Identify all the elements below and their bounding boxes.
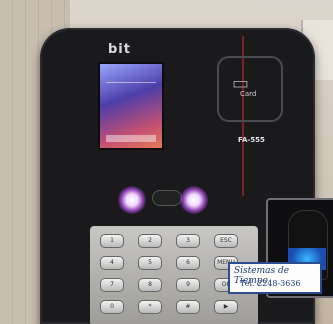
sensor-button — [152, 190, 182, 206]
keypad-key: ▶ — [214, 300, 238, 314]
keypad-key: ESC — [214, 234, 238, 248]
card-reader-area — [217, 56, 283, 122]
keypad-key: 3 — [176, 234, 200, 248]
screen-status-bar — [106, 135, 156, 142]
keypad-key: 5 — [138, 256, 162, 270]
vendor-sticker: Sistemas de Tiempo Tel. 2248-3636 — [228, 262, 322, 294]
keypad-key: 2 — [138, 234, 162, 248]
keypad-key: 4 — [100, 256, 124, 270]
keypad-key: # — [176, 300, 200, 314]
screen-menu — [106, 82, 156, 119]
photo-scene: bit ▭ Card FA-555 1 2 3 ESC 4 5 6 MENU 7 8 9 OK 0 * # ▶… — [0, 0, 333, 324]
card-reader-label: Card — [240, 90, 257, 98]
led-glow-left — [118, 186, 146, 214]
keypad-key: 6 — [176, 256, 200, 270]
brand-logo: bit — [108, 42, 131, 57]
keypad-key: 0 — [100, 300, 124, 314]
keypad-key: 9 — [176, 278, 200, 292]
keypad-key: 7 — [100, 278, 124, 292]
lcd-screen — [98, 62, 164, 150]
model-label: FA-555 — [238, 136, 265, 144]
keypad-key: 8 — [138, 278, 162, 292]
led-glow-right — [180, 186, 208, 214]
keypad-key: 1 — [100, 234, 124, 248]
keypad-key: * — [138, 300, 162, 314]
sticker-line-2: Tel. 2248-3636 — [240, 279, 301, 288]
